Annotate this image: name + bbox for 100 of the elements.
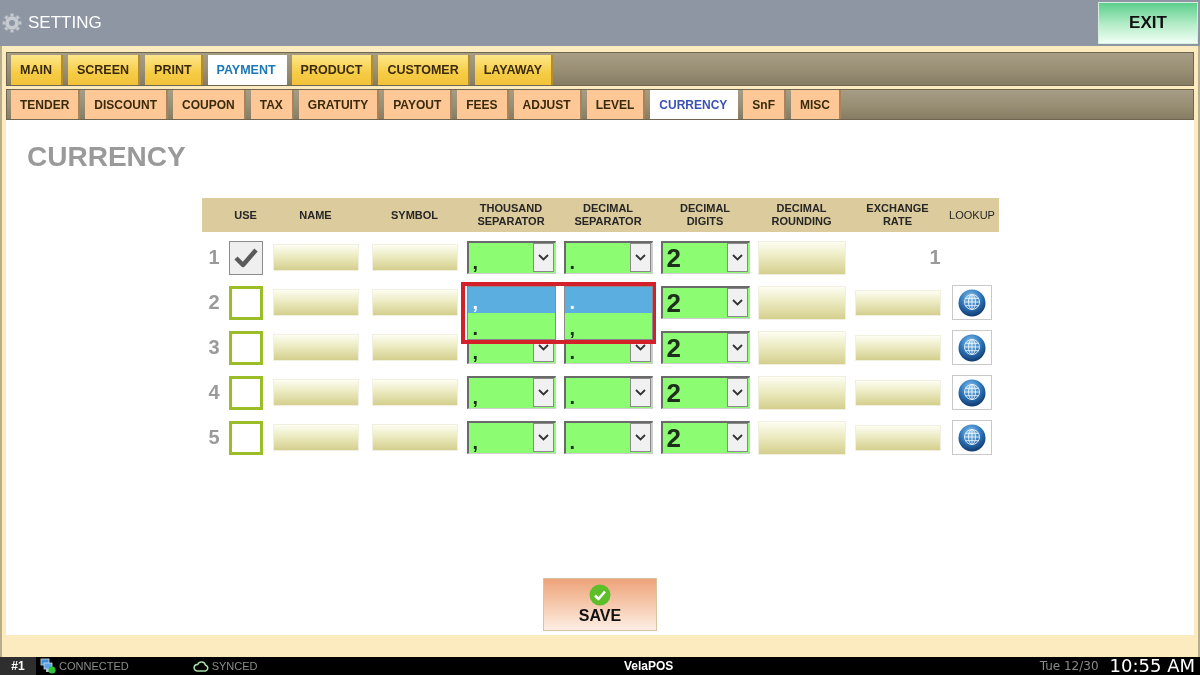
rounding-field[interactable] xyxy=(757,375,846,410)
lookup-button[interactable] xyxy=(952,375,992,410)
connection-status: CONNECTED xyxy=(59,660,129,672)
save-button[interactable]: SAVE xyxy=(543,578,657,631)
globe-icon xyxy=(958,378,986,407)
sub-tab[interactable]: MISC xyxy=(791,90,841,119)
sub-tab[interactable]: LEVEL xyxy=(586,90,646,119)
dropdown-select[interactable]: 2 xyxy=(660,421,750,454)
main-tab[interactable]: MAIN xyxy=(11,55,63,85)
sub-tab[interactable]: DISCOUNT xyxy=(85,90,168,119)
rounding-field[interactable] xyxy=(757,330,846,365)
use-checkbox[interactable] xyxy=(228,375,263,410)
sub-tab[interactable]: TENDER xyxy=(11,90,81,119)
sub-tab[interactable]: COUPON xyxy=(173,90,246,119)
cloud-icon xyxy=(192,660,209,672)
chevron-icon xyxy=(634,389,646,396)
exit-button[interactable]: EXIT xyxy=(1098,2,1198,44)
exchange-rate-field[interactable] xyxy=(854,379,941,406)
lookup-button[interactable] xyxy=(952,330,992,365)
station-label: #1 xyxy=(0,657,36,675)
clock-time: 10:55 AM xyxy=(1109,657,1195,675)
chevron-icon xyxy=(731,434,743,441)
column-header: THOUSAND SEPARATOR xyxy=(476,202,546,228)
rounding-field[interactable] xyxy=(757,240,846,275)
chevron-icon xyxy=(537,344,549,351)
dropdown-select[interactable]: , xyxy=(466,241,556,274)
computers-icon xyxy=(40,658,56,674)
column-header: EXCHANGE RATE xyxy=(865,202,930,228)
chevron-icon xyxy=(537,254,549,261)
main-tab[interactable]: CUSTOMER xyxy=(378,55,470,85)
sub-tab[interactable]: TAX xyxy=(250,90,294,119)
main-tab[interactable]: LAYAWAY xyxy=(474,55,554,85)
chevron-icon xyxy=(731,344,743,351)
sync-status: SYNCED xyxy=(211,660,258,672)
row-number: 2 xyxy=(208,291,220,314)
sub-tab[interactable]: PAYOUT xyxy=(384,90,453,119)
column-header: NAME xyxy=(299,208,332,222)
row-number: 3 xyxy=(208,336,220,359)
exchange-rate-value: 1 xyxy=(929,246,941,269)
chevron-icon xyxy=(731,254,743,261)
section-title: CURRENCY xyxy=(27,140,186,174)
use-checkbox[interactable] xyxy=(228,330,263,365)
row-number: 5 xyxy=(208,426,220,449)
use-checkbox[interactable] xyxy=(228,285,263,320)
brand-name: VelaPOS xyxy=(623,659,674,673)
chevron-icon xyxy=(634,434,646,441)
symbol-field[interactable] xyxy=(371,379,458,406)
name-field[interactable] xyxy=(272,379,359,406)
check-circle-icon xyxy=(589,584,611,606)
main-tab[interactable]: SCREEN xyxy=(67,55,141,85)
globe-icon xyxy=(958,333,986,362)
sub-tab[interactable]: CURRENCY xyxy=(650,90,739,119)
exchange-rate-field[interactable] xyxy=(854,424,941,451)
row-number: 1 xyxy=(208,246,220,269)
chevron-icon xyxy=(634,344,646,351)
dropdown-select[interactable]: 2 xyxy=(660,376,750,409)
window-title: SETTING xyxy=(28,13,102,33)
dropdown-select[interactable]: 2 xyxy=(660,331,750,364)
dropdown-select[interactable]: 2 xyxy=(660,286,750,319)
column-header: DECIMAL ROUNDING xyxy=(770,202,833,228)
sub-tab[interactable]: FEES xyxy=(457,90,509,119)
use-checkbox[interactable] xyxy=(228,420,263,455)
dropdown-select[interactable]: . xyxy=(563,376,653,409)
chevron-icon xyxy=(731,389,743,396)
name-field[interactable] xyxy=(272,334,359,361)
column-header: DECIMAL SEPARATOR xyxy=(573,202,643,228)
name-field[interactable] xyxy=(272,244,359,271)
lookup-button[interactable] xyxy=(952,285,992,320)
globe-icon xyxy=(958,423,986,452)
globe-icon xyxy=(958,288,986,317)
lookup-button[interactable] xyxy=(952,420,992,455)
column-header: USE xyxy=(234,208,257,222)
symbol-field[interactable] xyxy=(371,424,458,451)
check-icon xyxy=(233,247,258,268)
chevron-icon xyxy=(634,254,646,261)
rounding-field[interactable] xyxy=(757,285,846,320)
name-field[interactable] xyxy=(272,424,359,451)
symbol-field[interactable] xyxy=(371,289,458,316)
sub-tab[interactable]: GRATUITY xyxy=(298,90,380,119)
symbol-field[interactable] xyxy=(371,334,458,361)
exchange-rate-field[interactable] xyxy=(854,334,941,361)
sub-tab[interactable]: ADJUST xyxy=(513,90,582,119)
main-tab[interactable]: PRINT xyxy=(145,55,203,85)
use-checkbox[interactable] xyxy=(228,240,263,275)
main-tab[interactable]: PAYMENT xyxy=(207,55,287,85)
chevron-icon xyxy=(731,299,743,306)
dropdown-select[interactable]: , xyxy=(466,421,556,454)
exchange-rate-field[interactable] xyxy=(854,289,941,316)
dropdown-select[interactable]: , xyxy=(466,376,556,409)
symbol-field[interactable] xyxy=(371,244,458,271)
dropdown-select[interactable]: . xyxy=(563,421,653,454)
chevron-icon xyxy=(537,434,549,441)
name-field[interactable] xyxy=(272,289,359,316)
chevron-icon xyxy=(537,389,549,396)
rounding-field[interactable] xyxy=(757,420,846,455)
sub-tab[interactable]: SnF xyxy=(743,90,786,119)
main-tab[interactable]: PRODUCT xyxy=(291,55,374,85)
dropdown-select[interactable]: . xyxy=(563,241,653,274)
dropdown-select[interactable]: 2 xyxy=(660,241,750,274)
column-header: LOOKUP xyxy=(949,208,995,222)
